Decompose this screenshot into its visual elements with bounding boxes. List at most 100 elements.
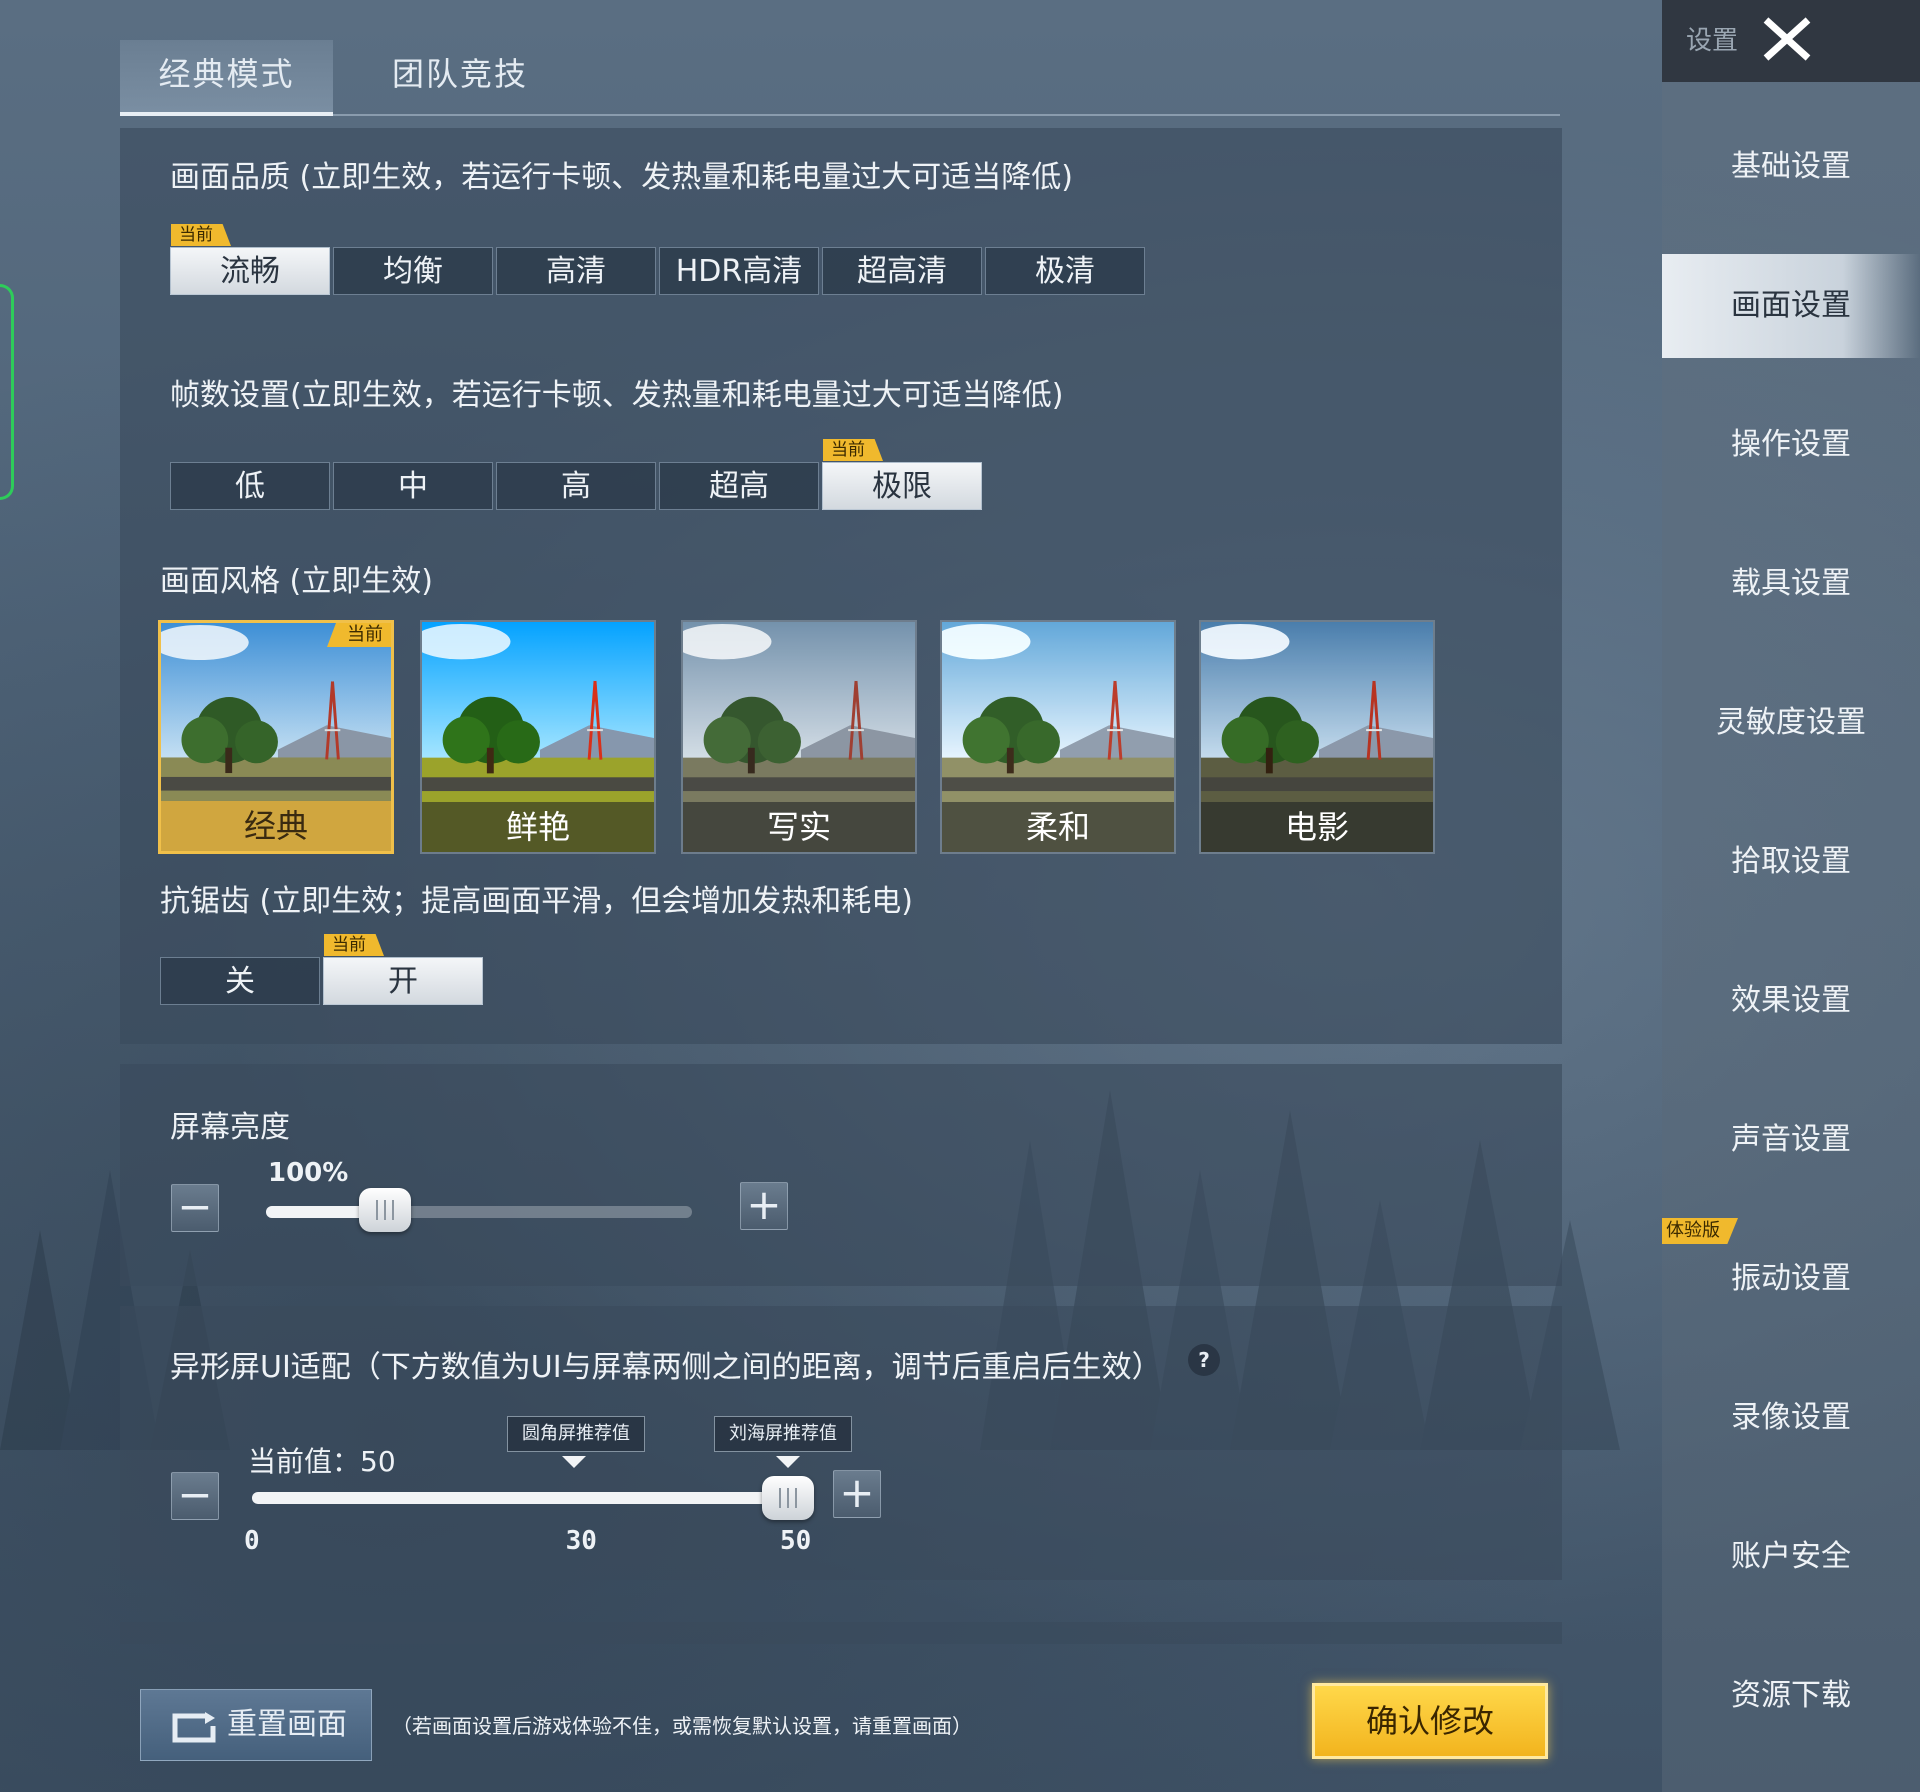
brightness-value: 100% — [268, 1158, 349, 1188]
quality-option-2-label: 高清 — [546, 254, 606, 289]
framerate-option-1[interactable]: 中 — [333, 462, 493, 510]
brightness-title: 屏幕亮度 — [170, 1110, 290, 1145]
reset-graphics-label: 重置画面 — [227, 1707, 347, 1742]
sidebar-item-label: 拾取设置 — [1731, 844, 1851, 879]
current-badge: 当前 — [327, 623, 391, 647]
sidebar-item-3[interactable]: 载具设置 — [1662, 532, 1920, 636]
confirm-changes-button[interactable]: 确认修改 — [1312, 1683, 1548, 1759]
framerate-option-4-label: 极限 — [872, 469, 932, 504]
quality-title: 画面品质 (立即生效，若运行卡顿、发热量和耗电量过大可适当降低) — [170, 160, 1073, 195]
sidebar-item-label: 画面设置 — [1731, 288, 1851, 323]
brightness-slider-thumb[interactable] — [359, 1188, 412, 1232]
framerate-option-2[interactable]: 高 — [496, 462, 656, 510]
sidebar-header-label: 设置 — [1686, 26, 1739, 56]
tab-classic[interactable]: 经典模式 — [120, 40, 333, 116]
quality-option-1[interactable]: 均衡 — [333, 247, 493, 295]
style-option-label: 电影 — [1201, 802, 1433, 852]
notch-tick-50: 50 — [780, 1526, 812, 1556]
antialias-option-1[interactable]: 开当前 — [323, 934, 483, 1005]
style-option-label: 鲜艳 — [422, 802, 654, 852]
sidebar-item-label: 声音设置 — [1731, 1122, 1851, 1157]
sidebar-item-label: 基础设置 — [1731, 149, 1851, 184]
framerate-option-2-label: 高 — [561, 469, 591, 504]
notch-slider-track[interactable] — [252, 1492, 788, 1504]
style-option-0[interactable]: 经典 当前 — [158, 620, 394, 854]
quality-option-3[interactable]: HDR高清 — [659, 247, 819, 295]
quality-option-0[interactable]: 流畅 当前 — [170, 224, 330, 295]
sidebar-item-11[interactable]: 资源下载 — [1662, 1644, 1920, 1748]
sidebar-item-label: 载具设置 — [1731, 566, 1851, 601]
tab-team-deathmatch[interactable]: 团队竞技 — [360, 40, 560, 112]
mode-tabs: 经典模式 团队竞技 — [120, 40, 1560, 116]
quality-options: 流畅 当前 均衡 高清 HDR高清 超高清 极清 — [170, 224, 1148, 297]
notch-tick-30: 30 — [565, 1526, 597, 1556]
framerate-option-4[interactable]: 极限 当前 — [822, 439, 982, 510]
style-option-4[interactable]: 电影 — [1199, 620, 1435, 854]
sidebar-header: 设置 — [1662, 0, 1920, 82]
framerate-title: 帧数设置(立即生效，若运行卡顿、发热量和耗电量过大可适当降低) — [170, 378, 1064, 413]
antialias-option-1-label: 开 — [388, 964, 418, 999]
framerate-option-0-label: 低 — [235, 469, 265, 504]
sidebar-item-7[interactable]: 声音设置 — [1662, 1088, 1920, 1192]
rounded-screen-hint-arrow — [561, 1456, 586, 1468]
rounded-screen-hint: 圆角屏推荐值 — [507, 1416, 645, 1452]
sidebar-item-4[interactable]: 灵敏度设置 — [1662, 671, 1920, 775]
style-option-2[interactable]: 写实 — [681, 620, 917, 854]
style-option-label: 写实 — [683, 802, 915, 852]
quality-option-2[interactable]: 高清 — [496, 247, 656, 295]
antialias-option-0-label: 关 — [225, 964, 255, 999]
brightness-decrease-button[interactable]: − — [171, 1184, 219, 1232]
quality-option-3-label: HDR高清 — [675, 254, 803, 289]
close-icon[interactable] — [1760, 14, 1814, 64]
style-title: 画面风格 (立即生效) — [160, 564, 433, 599]
notch-slider-thumb[interactable] — [762, 1476, 814, 1520]
sidebar-item-6[interactable]: 效果设置 — [1662, 949, 1920, 1053]
quality-option-4[interactable]: 超高清 — [822, 247, 982, 295]
sidebar-item-5[interactable]: 拾取设置 — [1662, 810, 1920, 914]
notch-increase-button[interactable]: + — [833, 1470, 881, 1518]
quality-option-4-label: 超高清 — [857, 254, 947, 289]
notch-screen-hint: 刘海屏推荐值 — [714, 1416, 852, 1452]
current-badge: 当前 — [171, 224, 231, 246]
framerate-option-0[interactable]: 低 — [170, 462, 330, 510]
edge-indicator — [0, 284, 14, 500]
style-option-1[interactable]: 鲜艳 — [420, 620, 656, 854]
reset-graphics-button[interactable]: 重置画面 — [140, 1689, 372, 1761]
style-option-3[interactable]: 柔和 — [940, 620, 1176, 854]
notch-decrease-button[interactable]: − — [171, 1472, 219, 1520]
antialias-option-0[interactable]: 关 — [160, 957, 320, 1005]
sidebar-item-0[interactable]: 基础设置 — [1662, 115, 1920, 219]
current-badge: 当前 — [324, 934, 384, 956]
brightness-slider-track[interactable] — [266, 1206, 692, 1218]
beta-badge: 体验版 — [1662, 1218, 1738, 1244]
antialias-title: 抗锯齿 (立即生效；提高画面平滑，但会增加发热和耗电) — [160, 884, 913, 919]
panel-divider — [120, 1622, 1562, 1644]
quality-option-5-label: 极清 — [1035, 254, 1095, 289]
framerate-option-3[interactable]: 超高 — [659, 462, 819, 510]
sidebar-item-label: 录像设置 — [1731, 1400, 1851, 1435]
reset-icon — [172, 1712, 216, 1743]
notch-current-value: 当前值：50 — [248, 1445, 396, 1478]
sidebar-item-1[interactable]: 画面设置 — [1662, 254, 1920, 358]
sidebar-item-label: 资源下载 — [1731, 1678, 1851, 1713]
quality-option-1-label: 均衡 — [383, 254, 443, 289]
settings-sidebar: 设置 基础设置 画面设置 操作设置 载具设置 灵敏度设置 拾取设置 效果设置 声音设置 振动设置… — [1662, 0, 1920, 1792]
style-option-label: 经典 — [161, 801, 391, 851]
framerate-option-1-label: 中 — [398, 469, 428, 504]
sidebar-item-10[interactable]: 账户安全 — [1662, 1505, 1920, 1609]
notch-screen-hint-arrow — [776, 1456, 800, 1468]
quality-option-5[interactable]: 极清 — [985, 247, 1145, 295]
help-icon[interactable]: ? — [1188, 1344, 1220, 1376]
framerate-option-3-label: 超高 — [709, 469, 769, 504]
current-badge: 当前 — [823, 439, 883, 461]
antialias-options: 关 开当前 — [160, 934, 486, 1007]
sidebar-item-label: 操作设置 — [1731, 427, 1851, 462]
style-option-label: 柔和 — [942, 802, 1174, 852]
reset-note: （若画面设置后游戏体验不佳，或需恢复默认设置，请重置画面） — [392, 1714, 972, 1738]
sidebar-item-label: 账户安全 — [1731, 1539, 1851, 1574]
notch-slider-fill — [252, 1492, 788, 1504]
sidebar-item-9[interactable]: 录像设置 — [1662, 1366, 1920, 1470]
sidebar-item-2[interactable]: 操作设置 — [1662, 393, 1920, 497]
brightness-increase-button[interactable]: + — [740, 1182, 788, 1230]
notch-tick-0: 0 — [244, 1526, 260, 1556]
